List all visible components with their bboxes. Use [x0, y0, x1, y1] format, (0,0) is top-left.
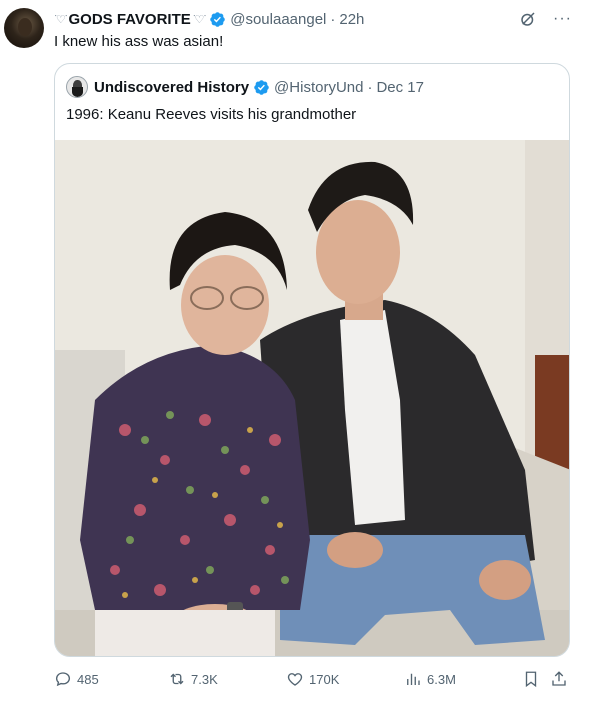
quoted-display-name: Undiscovered History	[94, 78, 250, 96]
bookmark-button[interactable]	[522, 668, 540, 690]
header-actions: ···	[519, 10, 572, 28]
avatar[interactable]	[4, 8, 44, 48]
quoted-tweet[interactable]: Undiscovered History @HistoryUnd · Dec 1…	[54, 63, 570, 657]
photo-illustration	[55, 140, 569, 656]
reply-count: 485	[77, 671, 99, 687]
quoted-avatar	[66, 76, 88, 98]
repost-icon	[170, 673, 184, 685]
view-count: 6.3M	[427, 671, 456, 687]
name-decoration: ᐝ♡ᐝ	[54, 13, 67, 26]
share-button[interactable]	[550, 668, 568, 690]
repost-button[interactable]: 7.3K	[168, 668, 218, 690]
quoted-header: Undiscovered History @HistoryUnd · Dec 1…	[66, 76, 424, 98]
action-bar: 485 7.3K 170K 6.3M	[54, 668, 574, 690]
like-icon	[287, 673, 303, 686]
separator: ·	[330, 10, 336, 28]
reply-button[interactable]: 485	[54, 668, 99, 690]
grok-icon[interactable]	[519, 10, 537, 28]
share-icon	[552, 671, 566, 686]
like-count: 170K	[309, 671, 340, 687]
separator: ·	[367, 78, 373, 96]
reply-icon	[55, 672, 71, 687]
bookmark-icon	[525, 671, 537, 688]
timestamp[interactable]: 22h	[339, 11, 364, 28]
quoted-photo[interactable]	[55, 140, 569, 656]
like-button[interactable]: 170K	[286, 668, 339, 690]
name-decoration: ᐝ♡ᐝ	[192, 13, 206, 26]
tweet[interactable]: ᐝ♡ᐝ GODS FAVORITE ᐝ♡ᐝ @soulaaangel · 22h…	[0, 0, 590, 708]
quoted-text: 1996: Keanu Reeves visits his grandmothe…	[66, 106, 357, 123]
display-name[interactable]: GODS FAVORITE	[69, 11, 191, 28]
tweet-header: ᐝ♡ᐝ GODS FAVORITE ᐝ♡ᐝ @soulaaangel · 22h	[54, 9, 364, 29]
quoted-handle: @HistoryUnd	[274, 78, 364, 96]
tweet-text: I knew his ass was asian!	[54, 33, 224, 50]
views-button[interactable]: 6.3M	[404, 668, 456, 690]
quoted-date: Dec 17	[376, 78, 424, 96]
more-icon[interactable]: ···	[553, 11, 572, 27]
verified-icon	[210, 11, 225, 27]
views-icon	[407, 673, 420, 685]
repost-count: 7.3K	[191, 671, 218, 687]
verified-icon	[254, 79, 269, 95]
handle[interactable]: @soulaaangel	[230, 11, 326, 28]
